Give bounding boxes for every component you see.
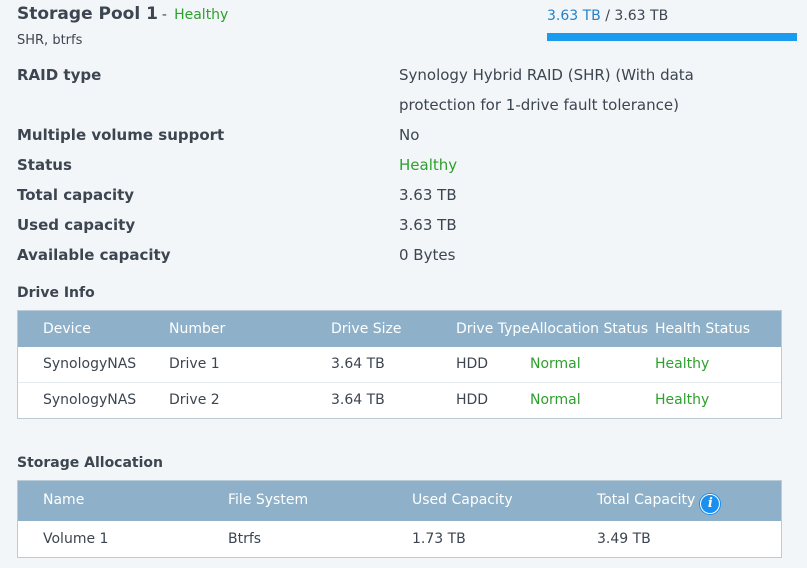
storage-allocation-header: Name File System Used Capacity Total Cap… <box>18 481 781 521</box>
prop-value: Synology Hybrid RAID (SHR) (With data pr… <box>399 66 694 114</box>
drive-info-title: Drive Info <box>17 285 95 301</box>
drive-info-table: Device Number Drive Size Drive Type Allo… <box>17 310 782 419</box>
prop-total-capacity: Total capacity 3.63 TB <box>17 180 797 210</box>
cell-health-status: Healthy <box>655 356 710 372</box>
pool-usage-text: 3.63 TB / 3.63 TB <box>547 8 668 24</box>
pool-usage-bar-fill <box>547 33 797 41</box>
cell-total-capacity: 3.49 TB <box>597 531 651 547</box>
prop-label: Used capacity <box>17 216 136 234</box>
prop-value: 3.63 TB <box>399 216 457 234</box>
table-row[interactable]: SynologyNAS Drive 1 3.64 TB HDD Normal H… <box>18 347 781 383</box>
cell-drive-size: 3.64 TB <box>331 356 385 372</box>
prop-value: 0 Bytes <box>399 246 456 264</box>
prop-value: No <box>399 126 420 144</box>
cell-used-capacity: 1.73 TB <box>412 531 466 547</box>
prop-used-capacity: Used capacity 3.63 TB <box>17 210 797 240</box>
pool-usage-total: 3.63 TB <box>614 8 669 24</box>
cell-allocation-status: Normal <box>530 392 581 408</box>
col-file-system[interactable]: File System <box>228 492 308 508</box>
storage-allocation-title: Storage Allocation <box>17 455 164 471</box>
col-total-capacity-label: Total Capacity <box>597 492 696 508</box>
col-total-capacity[interactable]: Total Capacity i <box>597 492 721 514</box>
pool-title-dash: - <box>161 7 167 23</box>
col-health-status[interactable]: Health Status <box>655 321 750 337</box>
pool-subtitle: SHR, btrfs <box>17 33 83 48</box>
cell-drive-type: HDD <box>456 392 489 408</box>
prop-status: Status Healthy <box>17 150 797 180</box>
cell-number: Drive 1 <box>169 356 220 372</box>
pool-header: Storage Pool 1- Healthy <box>17 4 228 24</box>
prop-value: 3.63 TB <box>399 186 457 204</box>
prop-label: RAID type <box>17 66 102 84</box>
prop-label: Status <box>17 156 72 174</box>
cell-allocation-status: Normal <box>530 356 581 372</box>
col-number[interactable]: Number <box>169 321 225 337</box>
col-name[interactable]: Name <box>43 492 84 508</box>
col-used-capacity[interactable]: Used Capacity <box>412 492 513 508</box>
prop-label: Multiple volume support <box>17 126 225 144</box>
pool-usage-bar <box>547 33 797 41</box>
col-drive-size[interactable]: Drive Size <box>331 321 402 337</box>
prop-multiple-volume: Multiple volume support No <box>17 120 797 150</box>
cell-device: SynologyNAS <box>43 356 137 372</box>
col-drive-type[interactable]: Drive Type <box>456 321 530 337</box>
storage-allocation-table: Name File System Used Capacity Total Cap… <box>17 480 782 558</box>
pool-health-status: Healthy <box>174 7 229 23</box>
pool-usage-separator: / <box>600 8 615 24</box>
pool-usage-used: 3.63 TB <box>547 8 601 24</box>
cell-drive-size: 3.64 TB <box>331 392 385 408</box>
cell-drive-type: HDD <box>456 356 489 372</box>
col-device[interactable]: Device <box>43 321 91 337</box>
cell-file-system: Btrfs <box>228 531 262 547</box>
pool-properties: RAID type Synology Hybrid RAID (SHR) (Wi… <box>17 60 797 270</box>
cell-device: SynologyNAS <box>43 392 137 408</box>
cell-name: Volume 1 <box>43 531 109 547</box>
prop-label: Total capacity <box>17 186 135 204</box>
prop-label: Available capacity <box>17 246 171 264</box>
prop-value: Healthy <box>399 156 458 174</box>
prop-raid-type: RAID type Synology Hybrid RAID (SHR) (Wi… <box>17 60 797 120</box>
table-row[interactable]: Volume 1 Btrfs 1.73 TB 3.49 TB <box>18 521 781 557</box>
table-row[interactable]: SynologyNAS Drive 2 3.64 TB HDD Normal H… <box>18 383 781 418</box>
cell-health-status: Healthy <box>655 392 710 408</box>
prop-available-capacity: Available capacity 0 Bytes <box>17 240 797 270</box>
pool-title: Storage Pool 1 <box>17 4 158 24</box>
info-icon[interactable]: i <box>700 494 721 514</box>
cell-number: Drive 2 <box>169 392 220 408</box>
col-allocation-status[interactable]: Allocation Status <box>530 321 648 337</box>
drive-info-header: Device Number Drive Size Drive Type Allo… <box>18 311 781 347</box>
